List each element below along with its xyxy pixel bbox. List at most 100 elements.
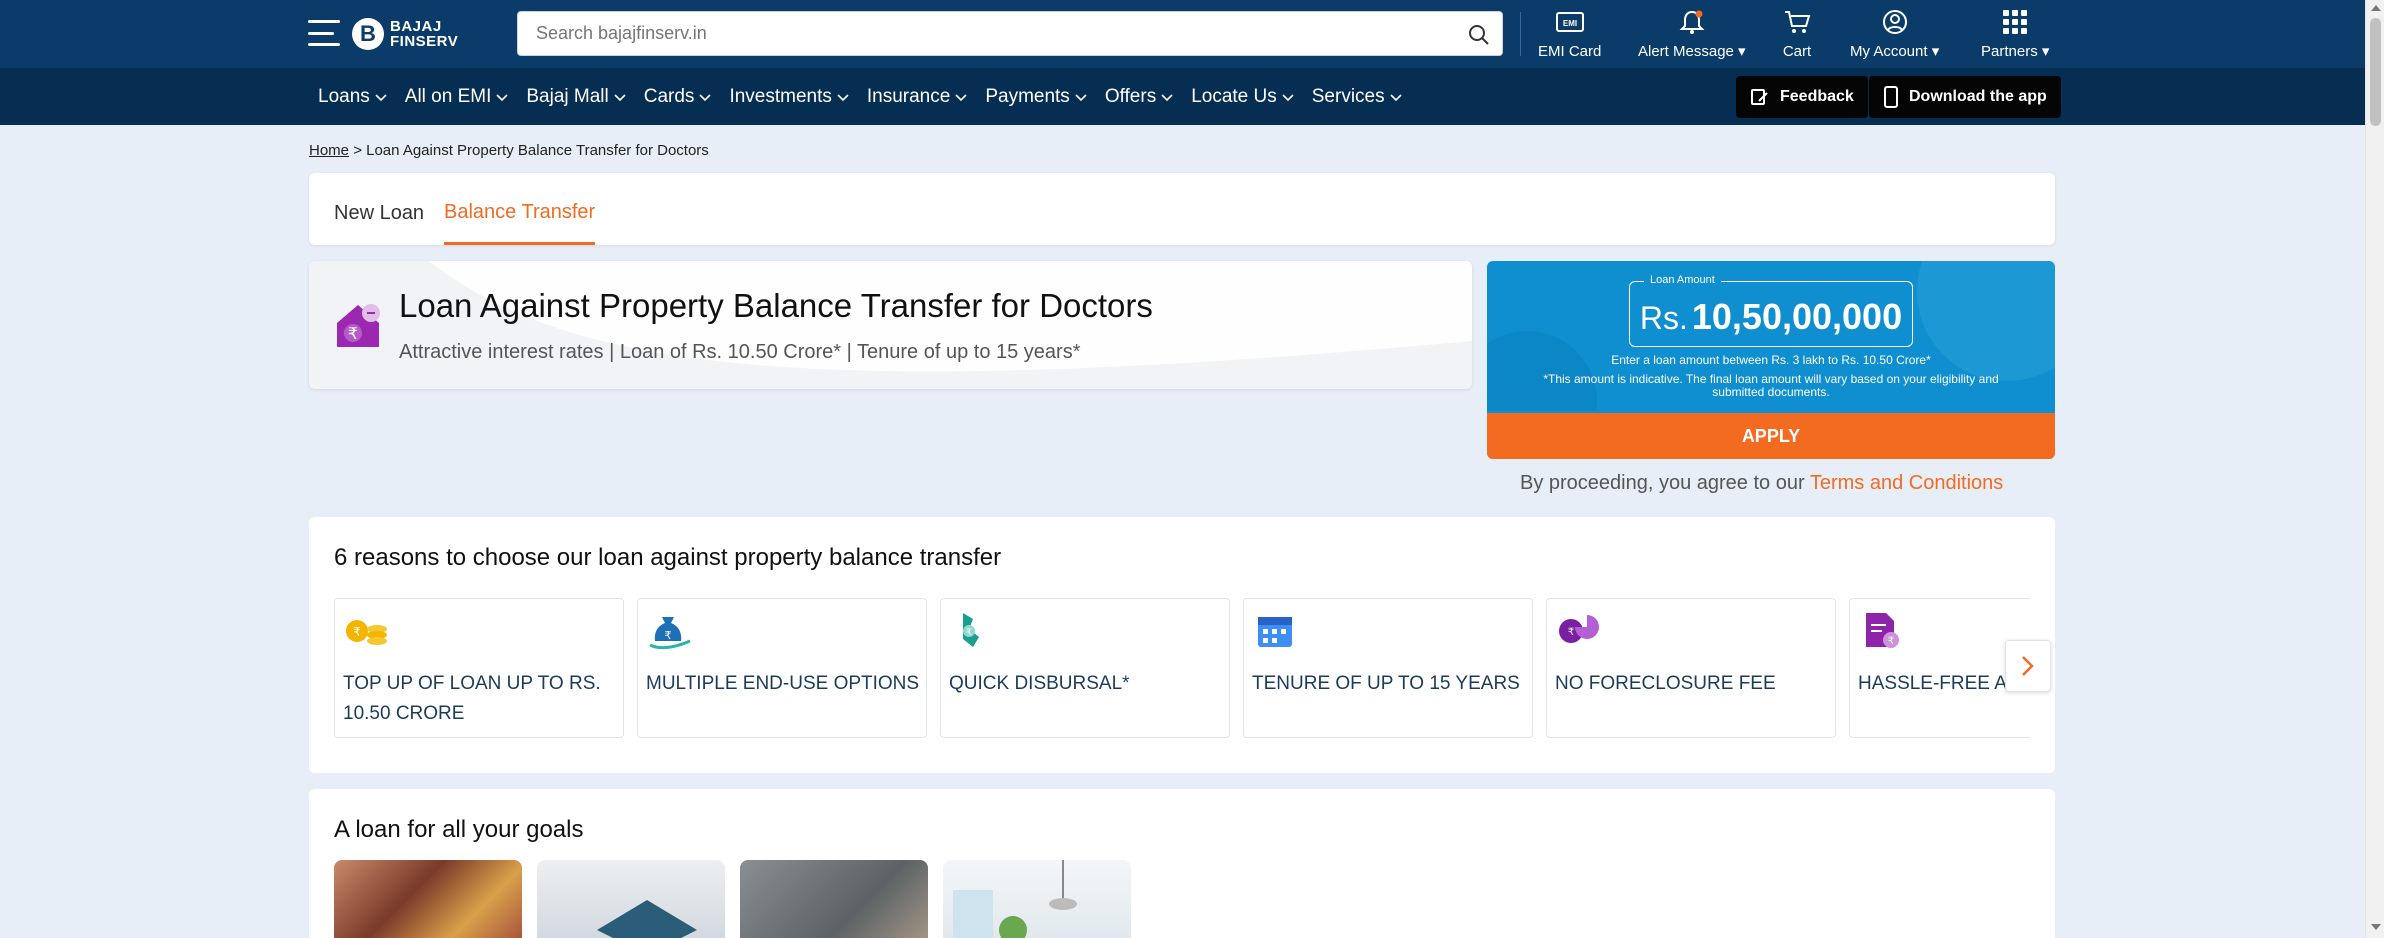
bajaj-finserv-logo[interactable]: B BAJAJ FINSERV <box>352 17 458 51</box>
scrollbar-thumb[interactable] <box>2370 18 2381 126</box>
loan-amount-value[interactable]: Rs. 10,50,00,000 <box>1630 296 1912 338</box>
cart-icon <box>1785 11 1811 33</box>
breadcrumb: Home > Loan Against Property Balance Tra… <box>309 142 709 159</box>
user-icon <box>1882 10 1907 34</box>
chevron-down-icon <box>496 93 508 101</box>
chevron-down-icon <box>614 93 626 101</box>
nav-item-all-on-emi[interactable]: All on EMI <box>405 86 509 108</box>
goal-card-renovation[interactable] <box>740 860 928 938</box>
reason-card: ₹ TOP UP OF LOAN UP TO RS. 10.50 CRORE <box>334 598 624 738</box>
svg-text:₹: ₹ <box>353 625 361 639</box>
apply-button[interactable]: APPLY <box>1487 413 2055 459</box>
nav-item-cards[interactable]: Cards <box>644 86 712 108</box>
goal-card-education[interactable] <box>537 860 725 938</box>
cart-button[interactable]: Cart <box>1782 8 1812 60</box>
reason-card-title: MULTIPLE END-USE OPTIONS <box>646 673 920 694</box>
nav-item-offers[interactable]: Offers <box>1105 86 1173 108</box>
nav-item-investments[interactable]: Investments <box>729 86 849 108</box>
loan-amount-label: Loan Amount <box>1644 274 1721 286</box>
home-rupee-icon: ₹ <box>337 304 380 347</box>
feedback-button[interactable]: Feedback <box>1736 76 1868 118</box>
scroll-down-arrow-icon[interactable] <box>2371 924 2381 930</box>
reasons-title: 6 reasons to choose our loan against pro… <box>334 544 1002 571</box>
goal-card-wedding[interactable] <box>334 860 522 938</box>
goals-title: A loan for all your goals <box>334 816 584 843</box>
chevron-right-icon <box>2022 656 2034 676</box>
reason-card: TENURE OF UP TO 15 YEARS <box>1243 598 1533 738</box>
chevron-down-icon <box>1161 93 1173 101</box>
svg-text:₹: ₹ <box>966 628 972 638</box>
reason-card: ₹ QUICK DISBURSAL* <box>940 598 1230 738</box>
logo-text-line2: FINSERV <box>390 33 459 50</box>
search-input[interactable] <box>536 12 1436 55</box>
nav-links: Loans All on EMI Bajaj Mall Cards Invest… <box>318 68 1402 125</box>
nav-item-payments[interactable]: Payments <box>985 86 1087 108</box>
reason-card: ₹ MULTIPLE END-USE OPTIONS <box>637 598 927 738</box>
chevron-down-icon <box>1282 93 1294 101</box>
document-rupee-icon: ₹ <box>1866 613 1899 648</box>
loan-type-tabs: New Loan Balance Transfer <box>309 173 2055 245</box>
hand-money-icon: ₹ <box>963 613 979 647</box>
chevron-down-icon <box>1390 93 1402 101</box>
loan-disclaimer: *This amount is indicative. The final lo… <box>1543 372 1999 399</box>
hero-swoosh-decoration <box>429 261 1472 372</box>
goals-section: A loan for all your goals <box>309 789 2055 938</box>
logo-mark-icon: B <box>352 18 384 50</box>
breadcrumb-separator: > <box>353 142 362 159</box>
grid-icon <box>2003 10 2028 34</box>
reason-card-title: NO FORECLOSURE FEE <box>1555 673 1776 694</box>
reason-card-title-line2: 10.50 CRORE <box>343 703 465 724</box>
my-account-button[interactable]: My Account ▾ <box>1850 8 1939 60</box>
loan-range-note: Enter a loan amount between Rs. 3 lakh t… <box>1611 353 1931 367</box>
chevron-down-icon <box>375 93 387 101</box>
emi-card-button[interactable]: EMI EMI Card <box>1538 8 1601 60</box>
scroll-up-arrow-icon[interactable] <box>2371 5 2381 11</box>
alert-message-label: Alert Message ▾ <box>1638 43 1746 60</box>
money-bag-icon: ₹ <box>649 617 691 650</box>
nav-item-insurance[interactable]: Insurance <box>867 86 967 108</box>
goal-card-home[interactable] <box>943 860 1131 938</box>
reason-card-title: TENURE OF UP TO 15 YEARS <box>1252 673 1520 694</box>
amount-text: 10,50,00,000 <box>1691 296 1903 337</box>
reason-card: ₹ HASSLE-FREE A <box>1849 598 2030 738</box>
emi-card-icon: EMI <box>1555 12 1584 32</box>
tab-balance-transfer[interactable]: Balance Transfer <box>444 173 596 245</box>
hamburger-menu-icon[interactable] <box>308 20 340 46</box>
terms-note: By proceeding, you agree to our Terms an… <box>1520 472 2003 495</box>
emi-card-label: EMI Card <box>1538 43 1602 60</box>
chevron-down-icon <box>837 93 849 101</box>
phone-icon <box>1884 86 1898 108</box>
terms-link[interactable]: Terms and Conditions <box>1810 472 2003 494</box>
reason-card: ₹ NO FORECLOSURE FEE <box>1546 598 1836 738</box>
feedback-icon <box>1751 89 1768 105</box>
search-icon[interactable] <box>1466 22 1492 48</box>
logo-text-line1: BAJAJ <box>390 18 442 35</box>
nav-item-bajaj-mall[interactable]: Bajaj Mall <box>526 86 626 108</box>
svg-text:EMI: EMI <box>1563 19 1577 28</box>
download-app-button[interactable]: Download the app <box>1869 76 2061 118</box>
svg-text:₹: ₹ <box>665 629 672 642</box>
loan-amount-field[interactable]: Loan Amount Rs. 10,50,00,000 <box>1629 274 1913 347</box>
terms-prefix: By proceeding, you agree to our <box>1520 472 1805 494</box>
graduation-cap-icon <box>597 900 697 938</box>
page-scrollbar[interactable] <box>2365 0 2384 938</box>
tab-new-loan[interactable]: New Loan <box>334 173 424 245</box>
bell-icon <box>1679 10 1705 34</box>
carousel-next-button[interactable] <box>2005 640 2051 692</box>
nav-item-services[interactable]: Services <box>1312 86 1402 108</box>
reasons-carousel: ₹ TOP UP OF LOAN UP TO RS. 10.50 CRORE ₹ … <box>334 598 2030 738</box>
chevron-down-icon <box>699 93 712 101</box>
reason-card-title: QUICK DISBURSAL* <box>949 673 1130 694</box>
alert-message-button[interactable]: Alert Message ▾ <box>1638 8 1746 60</box>
currency-label: Rs. <box>1639 300 1688 336</box>
my-account-label: My Account ▾ <box>1850 43 1940 60</box>
partners-label: Partners ▾ <box>1981 43 2050 60</box>
search-bar[interactable] <box>517 11 1503 56</box>
hero-banner: ₹ Loan Against Property Balance Transfer… <box>309 261 1472 389</box>
partners-button[interactable]: Partners ▾ <box>1981 8 2049 60</box>
breadcrumb-home-link[interactable]: Home <box>309 142 349 159</box>
svg-text:₹: ₹ <box>348 324 358 343</box>
nav-item-loans[interactable]: Loans <box>318 86 387 108</box>
coins-icon: ₹ <box>346 620 387 645</box>
nav-item-locate-us[interactable]: Locate Us <box>1191 86 1294 108</box>
